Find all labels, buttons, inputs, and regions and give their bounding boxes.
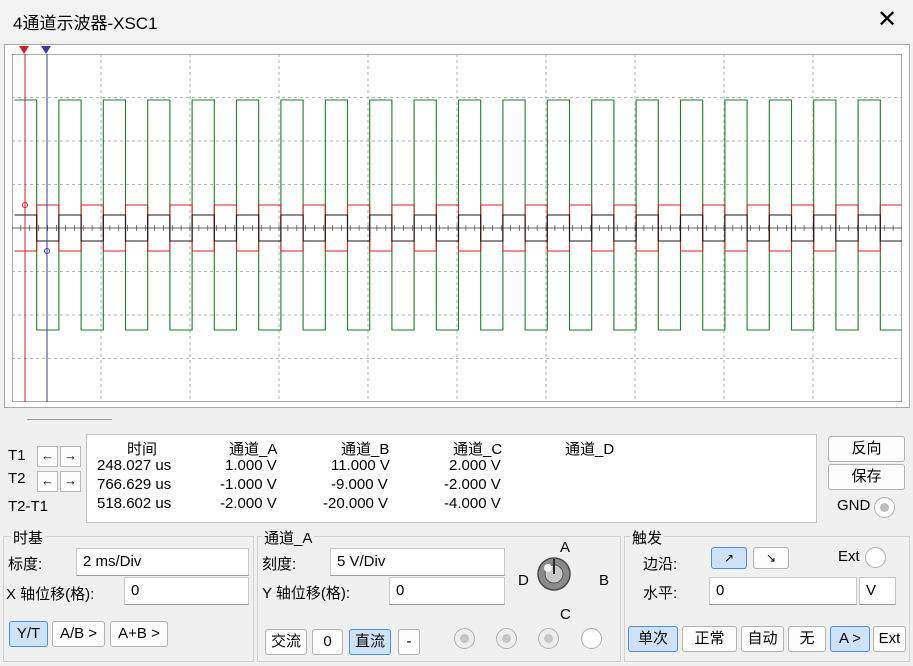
yt-mode-button[interactable]: Y/T [9,621,48,647]
normal-trigger-button[interactable]: 正常 [682,626,737,652]
channel-scale-input[interactable]: 5 V/Div [330,548,505,576]
minus-coupling-button[interactable]: - [398,629,420,655]
trigger-level-input[interactable]: 0 [709,577,857,605]
trigger-ext-label: Ext [838,548,860,565]
t1-label: T1 [8,447,26,464]
delta-time: 518.602 us [97,495,172,512]
single-trigger-button[interactable]: 单次 [628,626,678,652]
gnd-radio[interactable] [874,497,895,518]
trigger-edge-label: 边沿: [643,556,678,573]
timebase-scale-input[interactable]: 2 ms/Div [76,548,249,576]
channel-radio-4[interactable] [581,628,602,649]
x-position-label: X 轴位移(格): [6,586,95,603]
y-position-input[interactable]: 0 [389,577,505,605]
falling-edge-button[interactable]: ↘ [753,547,789,569]
trigger-ext-radio[interactable] [865,547,886,568]
header-channel-a: 通道_A [229,441,278,458]
channel-scale-label: 刻度: [262,556,297,573]
timebase-title: 时基 [11,527,46,548]
t1-channel-c: 2.000 V [449,457,501,474]
header-channel-c: 通道_C [453,441,503,458]
rising-edge-button[interactable]: ↗ [711,547,747,569]
ac-coupling-button[interactable]: 交流 [265,629,307,655]
ab-mode-button[interactable]: A/B > [52,621,105,647]
t2-t1-label: T2-T1 [8,498,49,515]
cursor-t1-flag[interactable] [19,46,29,54]
t2-left-arrow-button[interactable]: ← [37,471,58,492]
timebase-scale-label: 标度: [8,556,43,573]
cursor-t2-flag[interactable] [41,46,51,54]
delta-channel-b: -20.000 V [323,495,389,512]
header-channel-b: 通道_B [341,441,390,458]
close-icon[interactable]: ✕ [872,4,902,36]
channel-title: 通道_A [262,527,315,548]
dc-coupling-button[interactable]: 直流 [349,629,391,655]
header-channel-d: 通道_D [565,441,615,458]
reverse-button[interactable]: 反向 [828,436,905,462]
scroll-handle[interactable] [27,419,112,420]
channel-selector-knob-icon[interactable] [536,556,572,592]
t2-channel-b: -9.000 V [331,476,388,493]
auto-trigger-button[interactable]: 自动 [741,626,784,652]
y-position-label: Y 轴位移(格): [262,585,351,602]
knob-label-c: C [560,606,571,623]
gnd-label: GND [837,497,871,514]
channel-radio-1[interactable] [454,628,475,649]
t2-channel-c: -2.000 V [444,476,501,493]
t1-time: 248.027 us [97,457,172,474]
t2-right-arrow-button[interactable]: → [60,471,81,492]
channel-radio-2[interactable] [496,628,517,649]
knob-label-a: A [560,539,571,556]
cursor-flags[interactable] [12,44,72,56]
delta-channel-c: -4.000 V [444,495,501,512]
knob-label-d: D [518,572,529,589]
oscilloscope-screen[interactable] [12,54,902,402]
x-position-input[interactable]: 0 [124,577,249,605]
header-time: 时间 [127,441,158,458]
t1-right-arrow-button[interactable]: → [60,446,81,467]
t1-channel-b: 11.000 V [331,457,390,474]
channel-radio-3[interactable] [538,628,559,649]
t2-time: 766.629 us [97,476,172,493]
t1-channel-a: 1.000 V [225,457,277,474]
measurement-readout: 时间 通道_A 通道_B 通道_C 通道_D 248.027 us 1.000 … [86,434,817,523]
save-button[interactable]: 保存 [828,464,905,490]
window-title: 4通道示波器-XSC1 [13,14,158,33]
channel-c-trace [14,214,902,242]
t2-label: T2 [8,470,26,487]
zero-coupling-button[interactable]: 0 [312,629,343,655]
a-plus-b-mode-button[interactable]: A+B > [110,621,168,647]
trigger-source-ext-button[interactable]: Ext [873,626,906,652]
trigger-source-a-button[interactable]: A > [830,626,870,652]
trigger-title: 触发 [630,527,665,548]
trigger-level-label: 水平: [643,585,678,602]
none-trigger-button[interactable]: 无 [788,626,826,652]
knob-label-b: B [599,572,610,589]
t1-left-arrow-button[interactable]: ← [37,446,58,467]
t2-channel-a: -1.000 V [220,476,277,493]
trigger-level-unit[interactable]: V [859,577,896,605]
delta-channel-a: -2.000 V [220,495,277,512]
